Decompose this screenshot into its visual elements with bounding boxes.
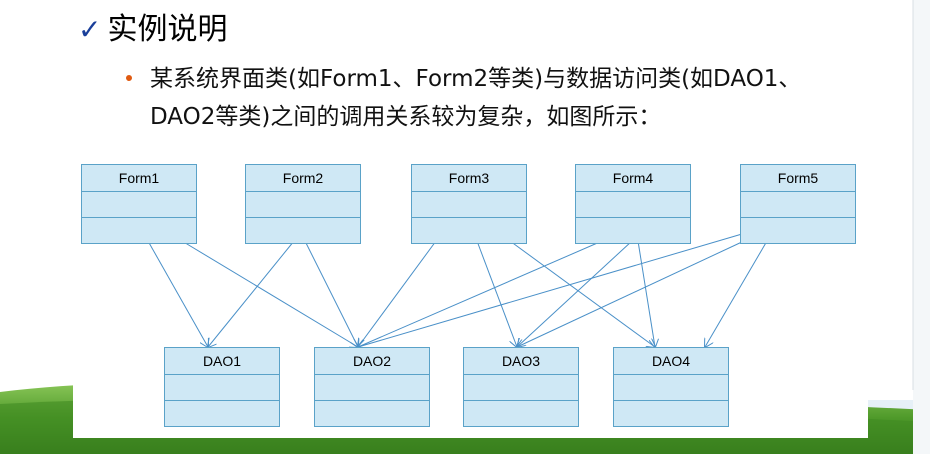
class-operations [614,401,728,426]
class-operations [412,218,526,243]
class-box-form2[interactable]: Form2 [245,164,361,244]
class-attributes [165,375,279,401]
class-attributes [412,192,526,218]
class-name: DAO4 [614,348,728,375]
class-name: Form3 [412,165,526,192]
class-box-dao1[interactable]: DAO1 [164,347,280,427]
class-name: DAO2 [315,348,429,375]
class-box-form5[interactable]: Form5 [740,164,856,244]
page-title: ✓ 实例说明 [78,10,227,50]
class-operations [315,401,429,426]
checkmark-icon: ✓ [78,13,102,46]
class-attributes [315,375,429,401]
class-name: Form2 [246,165,360,192]
class-box-dao4[interactable]: DAO4 [613,347,729,427]
class-name: DAO1 [165,348,279,375]
bullet-text: 某系统界面类(如Form1、Form2等类)与数据访问类(如DAO1、 DAO2… [150,60,920,136]
class-box-form4[interactable]: Form4 [575,164,691,244]
class-attributes [576,192,690,218]
bullet-line-2: DAO2等类)之间的调用关系较为复杂，如图所示： [150,104,662,130]
class-operations [82,218,196,243]
class-box-dao3[interactable]: DAO3 [463,347,579,427]
class-attributes [246,192,360,218]
class-name: Form5 [741,165,855,192]
class-operations [741,218,855,243]
class-operations [165,401,279,426]
bullet-dot-icon [126,75,132,81]
class-operations [464,401,578,426]
page-title-text: 实例说明 [107,12,228,47]
class-operations [246,218,360,243]
class-attributes [82,192,196,218]
class-box-form3[interactable]: Form3 [411,164,527,244]
class-name: Form4 [576,165,690,192]
class-box-dao2[interactable]: DAO2 [314,347,430,427]
class-attributes [741,192,855,218]
class-box-form1[interactable]: Form1 [81,164,197,244]
class-attributes [464,375,578,401]
bullet-line-1: 某系统界面类(如Form1、Form2等类)与数据访问类(如DAO1、 [150,66,802,92]
class-operations [576,218,690,243]
class-name: Form1 [82,165,196,192]
class-attributes [614,375,728,401]
class-name: DAO3 [464,348,578,375]
